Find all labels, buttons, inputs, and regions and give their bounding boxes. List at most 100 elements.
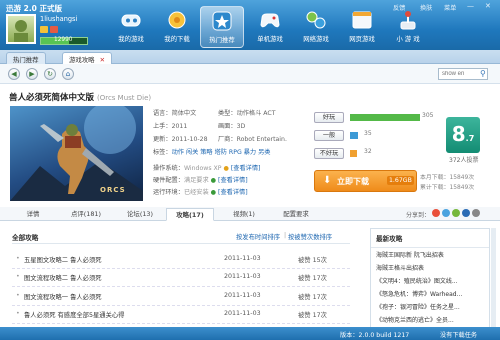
status-bar: 版本：2.0.0 build 1217 没有下载任务 [0,327,500,340]
nav-mini-games[interactable]: 小 游 戏 [386,6,430,48]
guides-header: 全部攻略 [12,234,39,242]
gear-icon [165,9,189,31]
share-kaixin-icon[interactable] [462,209,470,217]
latest-item[interactable]: 海贼王国际新 阮飞出招表 [376,249,484,262]
guide-row[interactable]: • 图文流程攻略一 鲁人必须死 2011-11-03 被赞 17次 [12,288,350,306]
guide-date: 2011-11-03 [224,310,261,317]
tab-hot-recommend[interactable]: 热门推荐 [6,52,46,64]
nav-hot-recommend[interactable]: 热门推荐 [200,6,244,48]
guide-likes: 被赞 15次 [298,257,327,264]
total-downloads: 累计下载：15849次 [420,185,475,191]
network-icon [304,9,328,31]
joystick-icon [396,9,420,31]
level-icon [40,26,48,33]
avatar[interactable] [6,14,36,44]
tab-game-guides[interactable]: 游戏攻略 ✕ [62,52,112,64]
download-icon: ⬇ [323,175,332,186]
menu-button[interactable]: 菜单 [444,3,456,12]
top-bar: 迅游 2.0 正式版 反馈 换肤 菜单 — ✕ 1liushangsi 1299… [0,0,500,50]
view-detail-link[interactable]: [查看详情] [231,165,261,172]
home-icon[interactable]: ⌂ [62,68,74,80]
latest-item[interactable]: 《孢子：银河冒险》任务之星... [376,301,484,314]
vote-bad-button[interactable]: 不好玩 [314,148,344,159]
browser-icon [350,9,374,31]
tab-requirements[interactable]: 配置要求 [272,208,320,221]
guide-title[interactable]: 鲁人必须死 有感度全部5星通关心得 [24,310,124,319]
coin-count: 12990 [54,37,73,43]
tab-guides[interactable]: 攻略(17) [166,208,214,221]
info-language: 语言：简体中文 [153,110,197,117]
browser-toolbar: ◀ ▶ ↻ ⌂ [0,64,500,84]
info-hardware: 硬件配置：满足要求 ● [查看详情] [153,177,248,184]
share-renren-icon[interactable] [452,209,460,217]
sort-by-likes[interactable]: 按被赞次数排序 [288,232,332,241]
sort-by-time[interactable]: 按发布时间排序 [236,232,280,241]
info-updated: 更新：2011-10-28 [153,136,208,143]
controller-icon [258,9,282,31]
info-type: 类型：动作格斗 ACT [218,110,276,117]
tab-strip: 热门推荐 游戏攻略 ✕ [0,50,500,64]
close-icon[interactable]: ✕ [485,2,491,10]
latest-item[interactable]: 《文明4：殖民统治》图文线... [376,275,484,288]
vote-total: 372人投票 [449,157,479,164]
latest-item[interactable]: 《动物克兰西的逃亡》全员... [376,314,484,327]
tab-reviews[interactable]: 点评(181) [62,208,110,221]
guide-title[interactable]: 五星图文攻略二 鲁人必须死 [24,255,102,264]
version-text: 版本：2.0.0 build 1217 [340,332,410,339]
info-tags: 标签：动作 闯关 策略 塔防 RPG 暴力 另类 [153,149,271,156]
nav-single-games[interactable]: 单机游戏 [248,6,292,48]
scrollbar[interactable] [491,228,496,327]
vote-bar [350,132,358,139]
nav-my-games[interactable]: 我的游戏 [109,6,153,48]
refresh-icon[interactable]: ↻ [44,68,56,80]
forward-icon[interactable]: ▶ [26,68,38,80]
tab-forum[interactable]: 论坛(13) [120,208,160,221]
vote-bar [350,114,420,121]
gamepad-icon [119,9,143,31]
vip-icon [50,26,58,33]
guide-title[interactable]: 图文流程攻略一 鲁人必须死 [24,292,102,301]
info-year: 上手：2011 [153,123,188,130]
minimize-icon[interactable]: — [467,2,474,10]
back-icon[interactable]: ◀ [8,68,20,80]
share-weibo-icon[interactable] [432,209,440,217]
guide-likes: 被赞 17次 [298,275,327,282]
vote-good-count: 305 [422,112,434,119]
game-cover-image: ORCS [10,106,143,201]
guide-row[interactable]: • 鲁人必须死 有感度全部5星通关心得 2011-11-03 被赞 17次 [12,306,350,324]
info-screen: 画面：3D [218,123,246,130]
window-title: 迅游 2.0 正式版 [6,4,63,13]
guide-title[interactable]: 图文流程攻略二 鲁人必须死 [24,273,102,282]
download-button[interactable]: ⬇ 立即下载 1.67GB [314,170,417,192]
guide-likes: 被赞 17次 [298,312,327,319]
tab-details[interactable]: 详情 [18,208,48,221]
latest-header: 最新攻略 [371,229,489,248]
nav-online-games[interactable]: 网络游戏 [294,6,338,48]
info-env: 运行环境：已经安装 ● [查看详情] [153,189,248,196]
vote-bad-count: 32 [364,148,372,155]
guide-likes: 被赞 17次 [298,294,327,301]
guide-row[interactable]: • 五星图文攻略二 鲁人必须死 2011-11-03 被赞 15次 [12,251,350,269]
star-icon [210,10,234,32]
tab-videos[interactable]: 视频(1) [224,208,264,221]
share-label: 分享到： [406,212,431,219]
monthly-downloads: 本月下载：15849次 [420,175,475,181]
latest-item[interactable]: 海贼王格斗出招表 [376,262,484,275]
vote-average-button[interactable]: 一般 [314,130,344,141]
latest-item[interactable]: 《怒急危机：博弈》Warhead... [376,288,484,301]
guide-row[interactable]: • 图文流程攻略二 鲁人必须死 2011-11-03 被赞 17次 [12,269,350,287]
vote-bar [350,150,357,157]
vote-good-button[interactable]: 好玩 [314,112,344,123]
search-icon[interactable]: ⚲ [480,69,486,78]
vote-average-count: 35 [364,130,372,137]
guide-date: 2011-11-03 [224,273,261,280]
guide-date: 2011-11-03 [224,255,261,262]
info-os: 操作系统：Windows XP ● [查看详情] [153,165,261,172]
close-tab-icon[interactable]: ✕ [100,56,105,64]
nav-web-games[interactable]: 网页游戏 [340,6,384,48]
share-more-icon[interactable] [472,209,480,217]
guide-date: 2011-11-03 [224,292,261,299]
nav-my-downloads[interactable]: 我的下载 [155,6,199,48]
share-qq-icon[interactable] [442,209,450,217]
username: 1liushangsi [40,15,78,23]
